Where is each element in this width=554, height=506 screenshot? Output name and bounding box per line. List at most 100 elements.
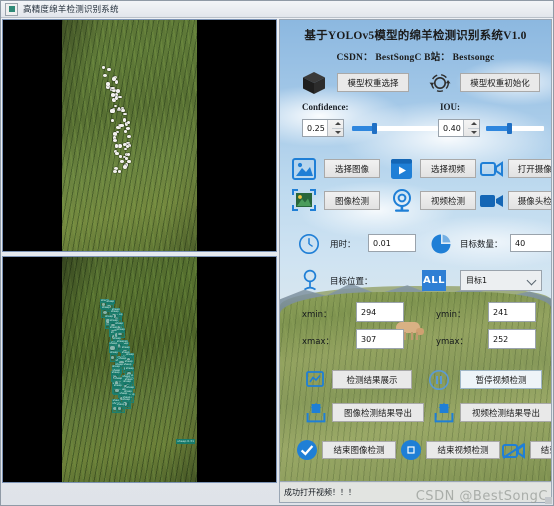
select-video-label: 选择视频 [430, 164, 465, 175]
select-model-weight-button[interactable]: 模型权重选择 [337, 73, 409, 92]
camera-icon[interactable] [480, 161, 504, 182]
select-image-label: 选择图像 [334, 164, 369, 175]
upload-icon[interactable] [306, 403, 326, 428]
xmin-label: xmin： [302, 310, 332, 320]
detect-image-button[interactable]: 图像检测 [324, 191, 380, 210]
detected-video-display[interactable]: sheep sheep sheep sheep sheep sheep sheep sheep… [2, 256, 277, 483]
status-bar: 成功打开视频！！！ [279, 481, 552, 503]
open-camera-label: 打开摄像头 [517, 164, 552, 175]
chart-line-icon[interactable] [306, 371, 324, 392]
ymax-value: 252 [493, 334, 509, 344]
target-position-label: 目标位置： [330, 277, 373, 287]
export-image-results-label: 图像检测结果导出 [343, 408, 412, 419]
pause-icon[interactable] [428, 369, 450, 396]
window-title: 高精度绵羊检测识别系统 [23, 5, 119, 15]
confidence-step-down[interactable] [332, 129, 343, 137]
check-circle-icon[interactable] [296, 439, 318, 466]
status-message: 成功打开视频！！！ [284, 487, 356, 497]
xmax-value: 307 [361, 334, 377, 344]
open-camera-button[interactable]: 打开摄像头 [508, 159, 552, 178]
end-video-detect-label: 结束视频检测 [437, 446, 489, 456]
pause-video-button[interactable]: 暂停视频检测 [460, 370, 542, 389]
confidence-label: Confidence: [302, 102, 349, 112]
control-panel: 基于YOLOv5模型的绵羊检测识别系统V1.0 CSDN： BestSongC … [279, 19, 552, 483]
location-pin-icon [300, 268, 320, 297]
clock-icon [298, 233, 320, 260]
end-camera-button[interactable]: 结束摄像头 [530, 441, 551, 459]
resize-grip[interactable] [545, 497, 552, 504]
end-image-detect-button[interactable]: 结束图像检测 [322, 441, 396, 459]
iou-spinbox[interactable]: 0.40 [438, 119, 480, 137]
xmax-field[interactable]: 307 [356, 329, 404, 349]
end-image-detect-label: 结束图像检测 [333, 446, 385, 456]
original-video-display[interactable] [2, 19, 277, 252]
refresh-icon [428, 71, 452, 100]
export-image-results-button[interactable]: 图像检测结果导出 [332, 403, 424, 422]
ymin-field[interactable]: 241 [488, 302, 536, 322]
detect-video-label: 视频检测 [430, 196, 465, 207]
end-video-detect-button[interactable]: 结束视频检测 [426, 441, 500, 459]
ymin-value: 241 [493, 307, 509, 317]
select-video-button[interactable]: 选择视频 [420, 159, 476, 178]
iou-value: 0.40 [443, 123, 461, 133]
video-icon[interactable] [390, 158, 413, 185]
application-window: 高精度绵羊检测识别系统 sheep sheep sheep sheep sheep she… [0, 0, 554, 506]
panel-credits: CSDN： BestSongC B站： Bestsongc [336, 53, 495, 63]
target-selected-value: 目标1 [466, 276, 488, 285]
camcorder-icon[interactable] [480, 194, 504, 213]
end-camera-label: 结束摄像头 [540, 446, 551, 456]
webcam-icon[interactable] [390, 188, 414, 217]
confidence-stepper[interactable] [327, 120, 343, 136]
confidence-slider[interactable] [352, 121, 438, 135]
ymax-field[interactable]: 252 [488, 329, 536, 349]
iou-step-up[interactable] [468, 120, 479, 129]
ymin-label: ymin： [436, 310, 466, 320]
panel-title: 基于YOLOv5模型的绵羊检测识别系统V1.0 [304, 30, 527, 42]
confidence-step-up[interactable] [332, 120, 343, 129]
image-icon[interactable] [292, 158, 316, 185]
detect-camera-button[interactable]: 摄像头检测 [508, 191, 551, 210]
iou-slider[interactable] [486, 121, 544, 135]
xmin-field[interactable]: 294 [356, 302, 404, 322]
xmax-label: xmax： [302, 337, 335, 347]
chevron-down-icon [526, 275, 537, 286]
detect-video-button[interactable]: 视频检测 [420, 191, 476, 210]
confidence-value: 0.25 [307, 123, 325, 133]
export-video-results-label: 视频检测结果导出 [471, 408, 540, 419]
iou-label: IOU: [440, 102, 460, 112]
image-scan-icon[interactable] [292, 189, 316, 216]
init-model-weight-button[interactable]: 模型权重初始化 [460, 73, 540, 92]
target-select-dropdown[interactable]: 目标1 [460, 270, 542, 291]
camera-off-icon[interactable] [502, 443, 526, 464]
sheep-detections: sheep sheep sheep sheep sheep sheep sheep sheep… [62, 257, 197, 482]
confidence-spinbox[interactable]: 0.25 [302, 119, 344, 137]
detect-image-label: 图像检测 [334, 196, 369, 207]
sheep-flock [62, 20, 197, 251]
app-icon [5, 2, 18, 16]
count-value: 40 [515, 238, 526, 248]
title-bar: 高精度绵羊检测识别系统 [1, 1, 553, 18]
show-results-label: 检测结果展示 [346, 375, 398, 386]
count-label: 目标数量： [460, 240, 503, 250]
show-results-button[interactable]: 检测结果展示 [332, 370, 412, 389]
select-image-button[interactable]: 选择图像 [324, 159, 380, 178]
all-targets-badge[interactable]: ALL [422, 270, 446, 291]
xmin-value: 294 [361, 307, 377, 317]
all-badge-label: ALL [423, 275, 445, 286]
time-label: 用时： [330, 240, 356, 250]
time-value: 0.01 [373, 238, 391, 248]
iou-stepper[interactable] [463, 120, 479, 136]
stop-circle-icon[interactable] [400, 439, 422, 466]
pause-video-label: 暂停视频检测 [475, 375, 527, 386]
iou-step-down[interactable] [468, 129, 479, 137]
cube-icon [301, 70, 327, 101]
video-column: sheep sheep sheep sheep sheep sheep sheep sheep… [2, 19, 277, 483]
detection-corner-label: sheep 0.31 [176, 439, 195, 444]
time-value-field: 0.01 [368, 234, 416, 252]
upload-icon[interactable] [434, 403, 454, 428]
export-video-results-button[interactable]: 视频检测结果导出 [460, 403, 551, 422]
pie-chart-icon [430, 233, 452, 260]
count-value-field: 40 [510, 234, 551, 252]
select-model-weight-label: 模型权重选择 [347, 78, 399, 89]
init-model-weight-label: 模型权重初始化 [470, 78, 530, 89]
